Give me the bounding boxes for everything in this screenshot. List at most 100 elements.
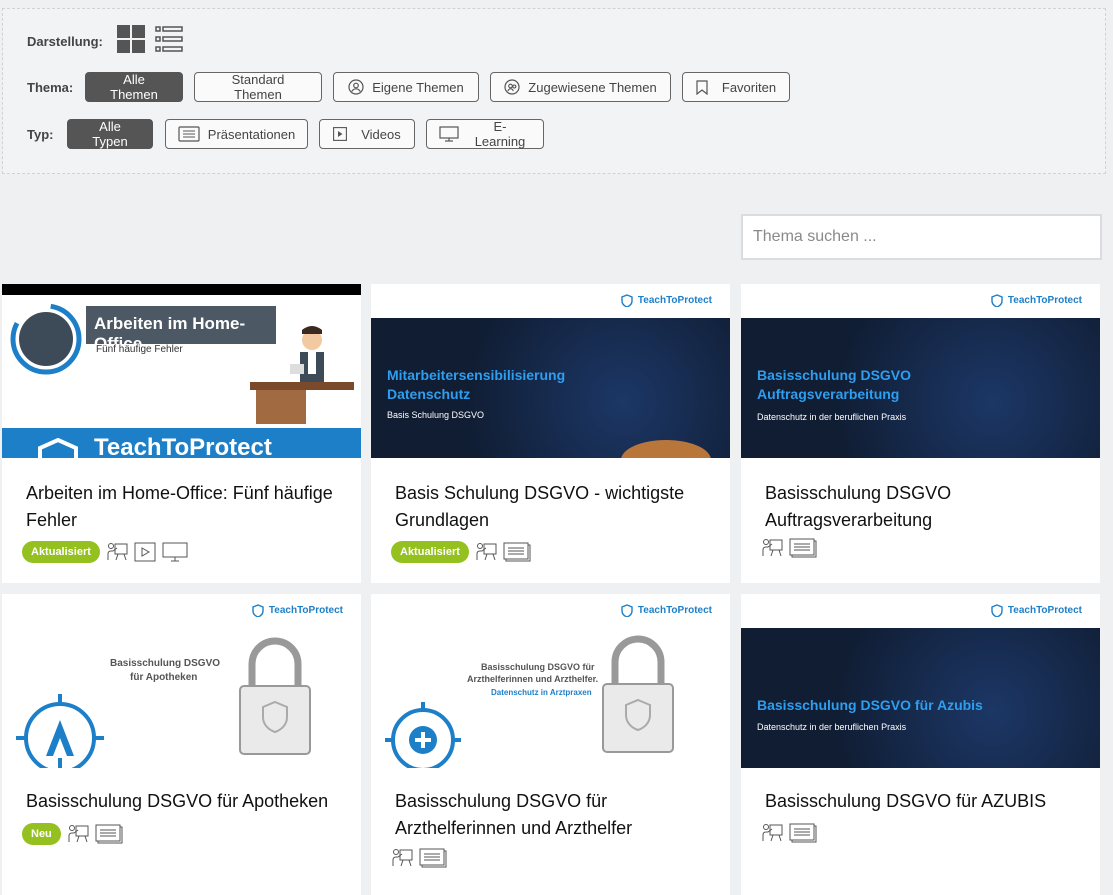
theme-row: Thema: Alle Themen Standard Themen Eigen… (27, 72, 790, 102)
thumb-title: Basisschulung DSGVO für (481, 662, 595, 672)
presenter-icon (392, 849, 413, 867)
card-title[interactable]: Basisschulung DSGVO für Apotheken (26, 788, 346, 815)
presenter-icon (68, 825, 89, 843)
card-title[interactable]: Basisschulung DSGVO für Arzthelferinnen … (395, 788, 715, 842)
type-label: Typ: (27, 126, 54, 142)
card-title[interactable]: Basis Schulung DSGVO - wichtigste Grundl… (395, 480, 715, 534)
type-presentations-label: Präsentationen (207, 126, 296, 142)
users-circle-icon (504, 79, 520, 95)
theme-standard-label: Standard Themen (231, 72, 285, 102)
card-meta (761, 823, 817, 843)
card-meta: Aktualisiert (22, 541, 188, 563)
presenter-illustration-icon (250, 326, 354, 424)
padlock-icon (239, 637, 311, 755)
theme-standard-button[interactable]: Standard Themen (194, 72, 322, 102)
card-thumbnail: Arbeiten im Home-Office Fünf häufige Feh… (2, 284, 361, 458)
brand-logo-text: TeachToProtect (637, 295, 712, 306)
slides-icon (503, 542, 531, 562)
view-row: Darstellung: (27, 25, 183, 58)
card-thumbnail: TeachToProtect Basisschulung DSGVO für A… (741, 594, 1100, 768)
theme-favorites-label: Favoriten (721, 79, 777, 95)
bookmark-icon (696, 79, 708, 95)
thumb-logo-text: TeachToProtect (94, 434, 272, 459)
status-badge: Aktualisiert (22, 541, 100, 563)
brand-logo-text: TeachToProtect (1007, 295, 1082, 306)
brand-logo-text: TeachToProtect (637, 605, 712, 616)
thumb-subtitle: Datenschutz in der beruflichen Praxis (757, 722, 907, 732)
slides-icon (789, 823, 817, 843)
card-meta (761, 538, 817, 558)
card-thumbnail: TeachToProtect Mitarbeitersensibilisieru… (371, 284, 730, 458)
card-meta (391, 848, 447, 868)
pharmacy-target-icon (16, 694, 104, 768)
ring-graphic-icon (10, 303, 82, 375)
presenter-icon (107, 543, 128, 561)
thumb-footer: TeachToProtect (2, 428, 361, 458)
topic-card[interactable]: TeachToProtect Basisschulung DSGVO für A… (2, 594, 361, 895)
card-title[interactable]: Basisschulung DSGVO Auftragsverarbeitung (765, 480, 1085, 534)
thumb-title: Mitarbeitersensibilisierung Datenschutz (387, 367, 566, 402)
type-elearning-label: E-Learning (474, 119, 526, 149)
shield-icon (991, 604, 1003, 617)
presenter-icon (476, 543, 497, 561)
slides-icon (95, 824, 123, 844)
grid-view-icon[interactable] (116, 25, 145, 58)
thumb-subtitle: Datenschutz in der beruflichen Praxis (757, 412, 907, 422)
status-badge: Neu (22, 823, 61, 845)
brand-logo: TeachToProtect (621, 294, 712, 307)
topic-card[interactable]: TeachToProtect Basisschulung DSGVO für A… (371, 594, 730, 895)
card-title[interactable]: Arbeiten im Home-Office: Fünf häufige Fe… (26, 480, 346, 534)
type-elearning-button[interactable]: E-Learning (426, 119, 544, 149)
thumb-title: Basisschulung DSGVO Auftragsverarbeitung (757, 367, 912, 402)
brand-logo-text: TeachToProtect (1007, 605, 1082, 616)
type-videos-label: Videos (361, 126, 401, 142)
topic-card[interactable]: TeachToProtect Mitarbeitersensibilisieru… (371, 284, 730, 583)
thumb-subtitle: für Apotheken (130, 672, 198, 683)
type-videos-button[interactable]: Videos (319, 119, 415, 149)
card-meta: Aktualisiert (391, 541, 531, 563)
medical-cross-target-icon (385, 702, 461, 768)
type-row: Typ: Alle Typen Präsentationen Videos E-… (27, 119, 544, 149)
shield-icon (621, 604, 633, 617)
slides-icon (419, 848, 447, 868)
topic-card[interactable]: Arbeiten im Home-Office Fünf häufige Feh… (2, 284, 361, 583)
view-label: Darstellung: (27, 34, 103, 49)
theme-label: Thema: (27, 79, 74, 95)
theme-assigned-button[interactable]: Zugewiesene Themen (490, 72, 671, 102)
video-icon (134, 542, 156, 562)
theme-assigned-label: Zugewiesene Themen (528, 79, 657, 95)
presenter-icon (762, 539, 783, 557)
thumb-subtitle: Fünf häufige Fehler (96, 344, 183, 355)
monitor-icon (162, 542, 188, 562)
topic-card[interactable]: TeachToProtect Basisschulung DSGVO für A… (741, 594, 1100, 895)
search-input[interactable] (741, 214, 1102, 260)
presenter-icon (762, 824, 783, 842)
theme-favorites-button[interactable]: Favoriten (682, 72, 790, 102)
thumb-title: Basisschulung DSGVO (110, 658, 221, 669)
status-badge: Aktualisiert (391, 541, 469, 563)
user-circle-icon (348, 79, 364, 95)
theme-all-button[interactable]: Alle Themen (85, 72, 183, 102)
list-view-icon[interactable] (155, 25, 183, 58)
theme-own-label: Eigene Themen (372, 79, 464, 95)
shield-icon (621, 294, 633, 307)
card-meta: Neu (22, 823, 123, 845)
theme-all-label: Alle Themen (110, 72, 158, 102)
monitor-icon (439, 126, 459, 142)
type-all-button[interactable]: Alle Typen (67, 119, 153, 149)
topic-card[interactable]: TeachToProtect Basisschulung DSGVO Auftr… (741, 284, 1100, 583)
filter-panel: Darstellung: Thema: Alle Themen Standard… (2, 8, 1106, 174)
thumb-title: Basisschulung DSGVO für Azubis (757, 697, 983, 713)
brand-logo-text: TeachToProtect (268, 605, 343, 616)
card-thumbnail: TeachToProtect Basisschulung DSGVO für A… (371, 594, 730, 768)
card-title[interactable]: Basisschulung DSGVO für AZUBIS (765, 788, 1085, 815)
type-presentations-button[interactable]: Präsentationen (165, 119, 308, 149)
shield-icon (252, 604, 264, 617)
theme-own-button[interactable]: Eigene Themen (333, 72, 479, 102)
card-thumbnail: TeachToProtect Basisschulung DSGVO Auftr… (741, 284, 1100, 458)
shield-icon (991, 294, 1003, 307)
slides-icon (178, 126, 200, 142)
slides-icon (789, 538, 817, 558)
brand-logo: TeachToProtect (252, 604, 343, 617)
brand-logo: TeachToProtect (621, 604, 712, 617)
